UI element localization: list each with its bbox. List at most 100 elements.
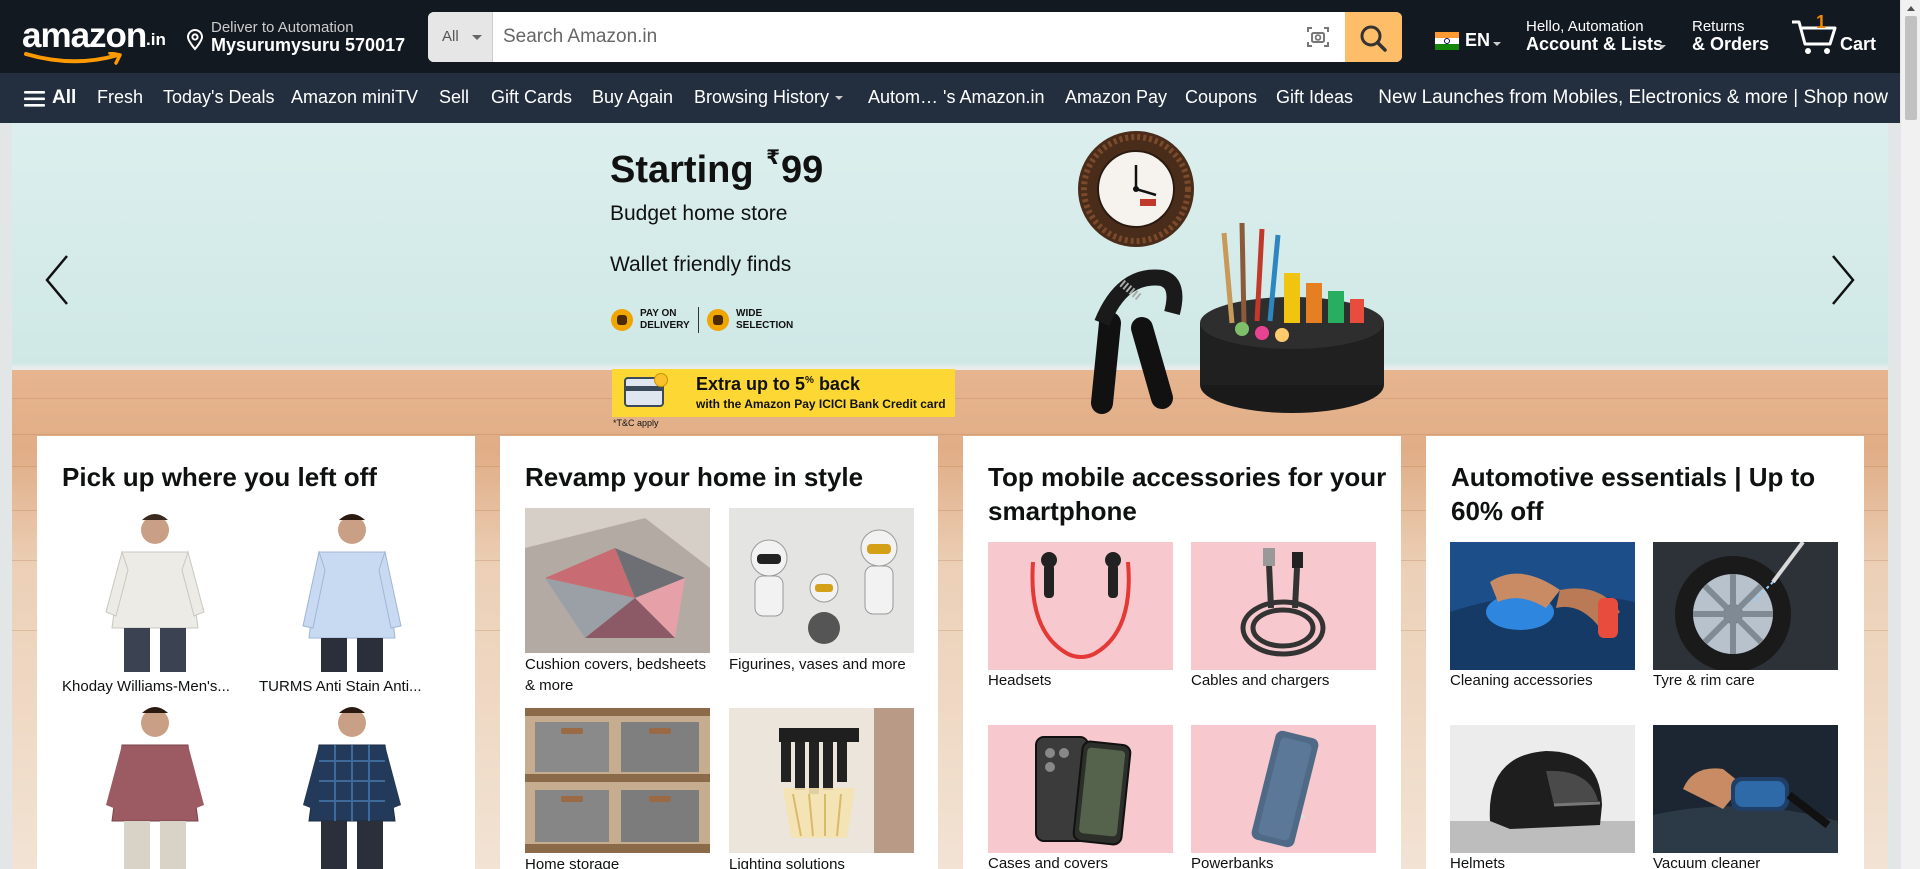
- returns-and-orders[interactable]: Returns & Orders: [1692, 18, 1772, 58]
- search-button[interactable]: [1345, 12, 1402, 62]
- badge-divider: [698, 307, 699, 333]
- hero-subtitle: Budget home store: [610, 202, 788, 225]
- india-flag-icon: [1435, 32, 1459, 50]
- nav-item-amazon-pay[interactable]: Amazon Pay: [1065, 87, 1167, 108]
- nav-item-amazon-minitv[interactable]: Amazon miniTV: [291, 87, 418, 108]
- category-caption: Headsets: [988, 672, 1052, 689]
- language-selector[interactable]: EN: [1435, 30, 1505, 54]
- search-category-dropdown[interactable]: All: [428, 12, 493, 62]
- deliver-address: Mysurumysuru 570017: [211, 35, 406, 55]
- wall-clock-icon: [1078, 131, 1194, 247]
- logo-wordmark: amazon: [22, 16, 147, 55]
- recent-product-caption: Khoday Williams-Men's...: [62, 678, 230, 695]
- category-caption: Home storage: [525, 856, 620, 869]
- category-caption: Helmets: [1450, 855, 1506, 869]
- search-category-label: All: [442, 28, 459, 45]
- nav-item-todays-deals[interactable]: Today's Deals: [163, 87, 275, 108]
- lighting-category-image: [729, 708, 914, 853]
- card-title: Automotive essentials | Up to 60% off: [1451, 462, 1816, 526]
- pay-on-delivery-icon: [611, 309, 633, 331]
- nav-promo-link[interactable]: New Launches from Mobiles, Electronics &…: [1378, 87, 1888, 109]
- category-caption: Cleaning accessories: [1450, 672, 1593, 689]
- account-and-lists[interactable]: Hello, Automation Account & Lists: [1526, 18, 1666, 58]
- icici-offer-banner[interactable]: Extra up to 5% back with the Amazon Pay …: [612, 369, 955, 417]
- category-caption: Cushion covers, bedsheets & more: [525, 656, 706, 694]
- offer-percent: %: [805, 375, 814, 386]
- offer-subtitle: with the Amazon Pay ICICI Bank Credit ca…: [696, 397, 946, 411]
- offer-title-text: Extra up to 5: [696, 374, 806, 394]
- category-caption: Powerbanks: [1191, 855, 1274, 869]
- badge1-line2: DELIVERY: [640, 320, 690, 331]
- nav-item-your-amazon[interactable]: Autom… 's Amazon.in: [868, 87, 1045, 108]
- deliver-to-location[interactable]: Deliver to Automation Mysurumysuru 57001…: [186, 17, 406, 59]
- location-pin-icon: [186, 29, 204, 51]
- cart-label: Cart: [1840, 34, 1877, 54]
- shirt-product-image: [259, 508, 444, 672]
- card-title: Pick up where you left off: [62, 462, 377, 492]
- camera-search-icon[interactable]: [1305, 24, 1331, 50]
- hero-price: 99: [781, 149, 824, 191]
- offer-title: Extra up to 5% back: [696, 374, 860, 395]
- vacuum-cleaner-image: [1653, 725, 1838, 853]
- nav-item-sell[interactable]: Sell: [439, 87, 469, 108]
- credit-card-icon: [624, 373, 668, 407]
- category-caption: Cases and covers: [988, 855, 1109, 869]
- nav-item-buy-again[interactable]: Buy Again: [592, 87, 673, 108]
- cables-category-image: [1191, 542, 1376, 670]
- hero-currency: ₹: [766, 147, 781, 169]
- helmets-category-image: [1450, 725, 1635, 853]
- card-automotive-essentials: Automotive essentials | Up to 60% off Cl…: [1426, 436, 1864, 869]
- desk-organizer-icon: [1200, 222, 1384, 413]
- hamburger-icon: [24, 91, 45, 107]
- search-icon: [1360, 25, 1387, 52]
- pay-on-delivery-text: PAY ON DELIVERY: [640, 308, 690, 332]
- category-caption: Cables and chargers: [1191, 672, 1330, 689]
- deliver-to-label: Deliver to Automation: [211, 19, 354, 36]
- chevron-right-icon[interactable]: [1828, 253, 1858, 307]
- category-caption: Vacuum cleaner: [1653, 855, 1761, 869]
- category-caption: Figurines, vases and more: [729, 656, 906, 673]
- card-title: Revamp your home in style: [525, 462, 864, 492]
- nav-item-gift-ideas[interactable]: Gift Ideas: [1276, 87, 1353, 108]
- nav-item-coupons[interactable]: Coupons: [1185, 87, 1257, 108]
- returns-label: Returns: [1692, 18, 1745, 35]
- scrollbar-thumb[interactable]: [1905, 16, 1917, 120]
- category-caption: Tyre & rim care: [1653, 672, 1755, 689]
- cart-button[interactable]: 1 Cart: [1790, 12, 1890, 60]
- top-header: amazon .in Deliver to Automation Mysurum…: [0, 0, 1900, 73]
- figurines-category-image: [729, 508, 914, 653]
- hero-tagline: Wallet friendly finds: [610, 253, 792, 276]
- amazon-logo[interactable]: amazon .in: [20, 14, 170, 65]
- rug-category-image: [525, 508, 710, 653]
- category-caption: Lighting solutions: [729, 856, 845, 869]
- card-revamp-your-home: Revamp your home in style Cushion covers…: [500, 436, 938, 869]
- nav-item-gift-cards[interactable]: Gift Cards: [491, 87, 572, 108]
- powerbanks-category-image: [1191, 725, 1376, 853]
- card-mobile-accessories: Top mobile accessories for your smartpho…: [963, 436, 1401, 869]
- page-scrollbar[interactable]: [1900, 0, 1920, 869]
- hero-headline: Starting ₹99: [610, 145, 823, 192]
- card-pick-up-where-you-left-off: Pick up where you left off Khoday Willia…: [37, 436, 475, 869]
- logo-tld: .in: [146, 30, 166, 49]
- nav-item-browsing-history[interactable]: Browsing History: [694, 87, 844, 108]
- badge2-line2: SELECTION: [736, 320, 794, 331]
- account-greeting: Hello, Automation: [1526, 18, 1644, 35]
- language-code: EN: [1465, 30, 1491, 50]
- scroll-up-arrow-icon[interactable]: [1907, 6, 1915, 11]
- cases-category-image: [988, 725, 1173, 853]
- browsing-history-label: Browsing History: [694, 87, 830, 107]
- badge1-line1: PAY ON: [640, 308, 677, 319]
- recent-product-caption: TURMS Anti Stain Anti...: [259, 678, 422, 695]
- search-input[interactable]: [495, 12, 1315, 62]
- all-menu-label: All: [52, 87, 77, 108]
- cart-count: 1: [1816, 12, 1827, 32]
- account-lists-label: Account & Lists: [1526, 34, 1664, 54]
- chevron-left-icon[interactable]: [42, 253, 72, 307]
- search-bar: All: [428, 12, 1402, 62]
- hero-product-image: [1078, 131, 1384, 414]
- hand-gripper-icon: [1091, 269, 1183, 414]
- shirt-product-image: [62, 508, 247, 672]
- nav-item-fresh[interactable]: Fresh: [97, 87, 143, 108]
- cart-icon: [1792, 20, 1837, 54]
- card-title: Top mobile accessories for your smartpho…: [988, 462, 1387, 526]
